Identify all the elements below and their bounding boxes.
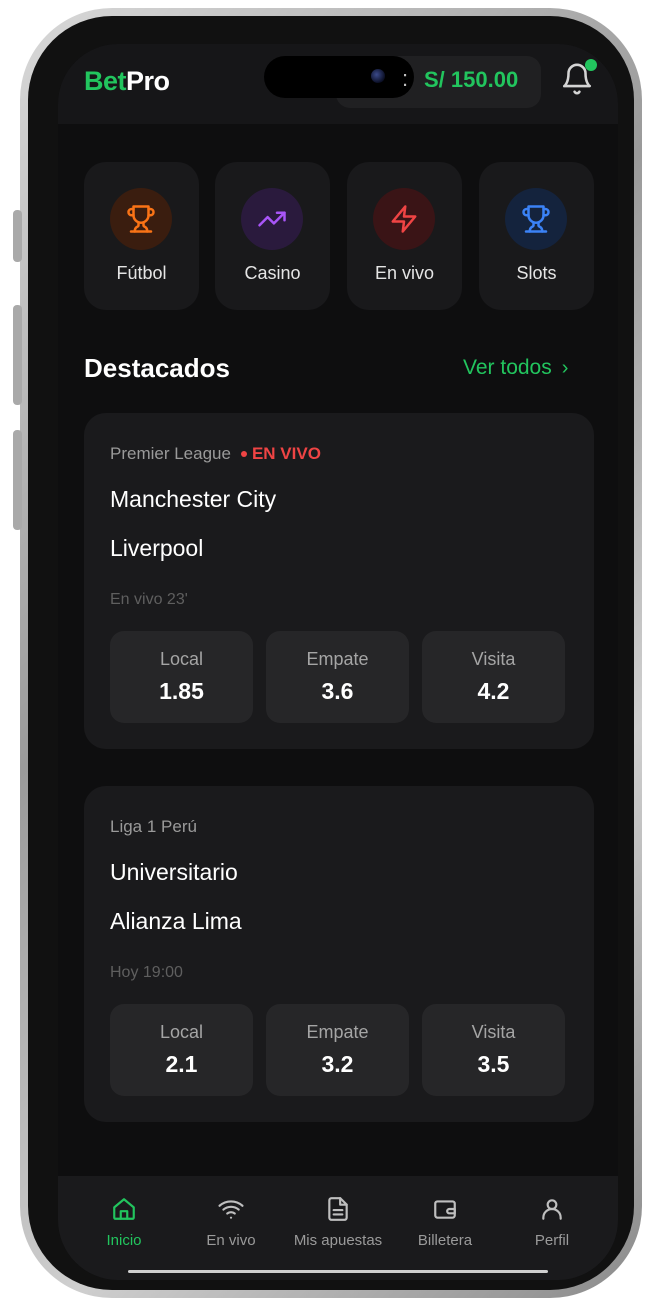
- odd-value: 3.5: [477, 1051, 510, 1077]
- home-indicator[interactable]: [128, 1270, 548, 1273]
- away-team: Alianza Lima: [110, 908, 242, 934]
- live-dot-icon: [240, 451, 247, 457]
- chevron-right-icon: ›: [561, 356, 569, 379]
- nav-item-en-vivo[interactable]: En vivo: [179, 1196, 283, 1256]
- category-futbol[interactable]: Fútbol: [84, 162, 199, 310]
- odd-label: Empate: [306, 649, 369, 669]
- match-time: En vivo 23': [110, 591, 188, 608]
- lightning-icon: [373, 188, 435, 250]
- match-league-row: Liga 1 Perú: [110, 817, 197, 837]
- odd-button-local[interactable]: Local 1.85: [110, 631, 253, 723]
- odd-button-empate[interactable]: Empate 3.2: [266, 1004, 409, 1096]
- nav-label: Inicio: [106, 1232, 142, 1249]
- odd-value: 3.6: [321, 678, 354, 704]
- match-card[interactable]: Liga 1 Perú Universitario Alianza Lima H…: [84, 786, 594, 1122]
- odd-value: 4.2: [477, 678, 510, 704]
- wifi-icon: [218, 1200, 244, 1219]
- odd-label: Visita: [471, 1022, 516, 1042]
- phone-volume-up-button: [13, 305, 22, 405]
- trophy-icon: [110, 188, 172, 250]
- category-label: En vivo: [374, 263, 435, 283]
- nav-label: Perfil: [534, 1232, 570, 1249]
- league-name: Liga 1 Perú: [110, 817, 197, 836]
- category-row: Fútbol Casino En vivo Slots: [84, 162, 594, 310]
- odd-button-local[interactable]: Local 2.1: [110, 1004, 253, 1096]
- nav-label: En vivo: [206, 1232, 256, 1249]
- user-icon: [542, 1199, 562, 1220]
- see-all-link[interactable]: Ver todos ›: [463, 356, 568, 380]
- wallet-icon: [434, 1200, 456, 1219]
- nav-item-perfil[interactable]: Perfil: [500, 1196, 604, 1256]
- see-all-label: Ver todos: [463, 356, 552, 379]
- match-league-row: Premier League EN VIVO: [110, 444, 321, 464]
- match-card[interactable]: Premier League EN VIVO Manchester City L…: [84, 413, 594, 749]
- live-badge: EN VIVO: [240, 444, 321, 464]
- live-badge-label: EN VIVO: [251, 444, 321, 463]
- odd-value: 1.85: [159, 678, 204, 704]
- nav-label: Mis apuestas: [293, 1232, 383, 1249]
- league-name: Premier League: [110, 444, 231, 463]
- odd-value: 3.2: [321, 1051, 354, 1077]
- app-screen: BetPro : S/ 150.00 Fútbol Casino En vivo…: [58, 44, 618, 1280]
- dynamic-island: [264, 56, 414, 98]
- away-team: Liverpool: [110, 535, 204, 561]
- category-casino[interactable]: Casino: [215, 162, 330, 310]
- camera-lens: [371, 69, 385, 83]
- phone-volume-down-button: [13, 430, 22, 530]
- trending-up-icon: [241, 188, 303, 250]
- odd-value: 2.1: [165, 1051, 198, 1077]
- match-time: Hoy 19:00: [110, 964, 183, 981]
- odd-label: Empate: [306, 1022, 369, 1042]
- category-label: Slots: [516, 263, 557, 283]
- document-icon: [328, 1197, 348, 1221]
- nav-label: Billetera: [417, 1232, 473, 1249]
- logo-secondary: Pro: [126, 66, 170, 96]
- category-slots[interactable]: Slots: [479, 162, 594, 310]
- category-en-vivo[interactable]: En vivo: [347, 162, 462, 310]
- odd-button-empate[interactable]: Empate 3.6: [266, 631, 409, 723]
- home-team: Manchester City: [110, 486, 277, 512]
- app-logo[interactable]: BetPro: [84, 66, 170, 97]
- category-label: Fútbol: [116, 263, 167, 283]
- home-icon: [113, 1198, 135, 1220]
- section-title: Destacados: [84, 353, 230, 383]
- balance-separator: :: [402, 66, 409, 91]
- bottom-nav: Inicio En vivo Mis apuestas Billetera Pe…: [58, 1176, 618, 1280]
- odd-label: Local: [159, 649, 204, 669]
- odd-button-visita[interactable]: Visita 3.5: [422, 1004, 565, 1096]
- nav-item-inicio[interactable]: Inicio: [72, 1196, 176, 1256]
- category-label: Casino: [244, 263, 301, 283]
- trophy-icon: [505, 188, 567, 250]
- app-header: BetPro : S/ 150.00: [58, 44, 618, 124]
- nav-item-billetera[interactable]: Billetera: [393, 1196, 497, 1256]
- logo-primary: Bet: [84, 66, 127, 96]
- phone-side-button: [13, 210, 22, 262]
- home-team: Universitario: [110, 859, 238, 885]
- notification-dot: [585, 59, 597, 71]
- odd-label: Local: [159, 1022, 204, 1042]
- nav-item-mis-apuestas[interactable]: Mis apuestas: [286, 1196, 390, 1256]
- odd-label: Visita: [471, 649, 516, 669]
- odd-button-visita[interactable]: Visita 4.2: [422, 631, 565, 723]
- balance-amount: S/ 150.00: [424, 67, 519, 92]
